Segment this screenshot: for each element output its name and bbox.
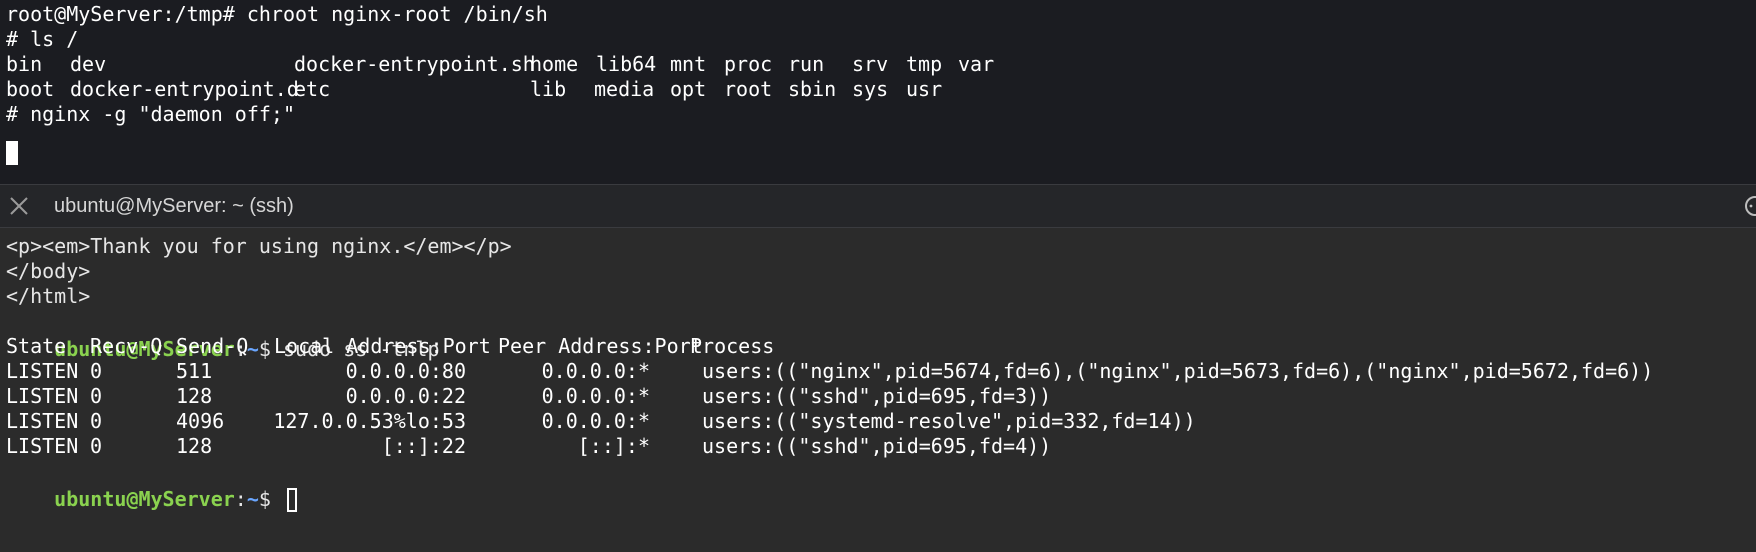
prompt-separator: : — [234, 487, 247, 511]
ss-recvq: 0 — [90, 384, 103, 408]
ss-peer: 0.0.0.0:* — [541, 384, 650, 408]
ss-recvq: 0 — [90, 359, 103, 383]
terminal-line: root@MyServer:/tmp# chroot nginx-root /b… — [6, 2, 548, 26]
terminal-line: <p><em>Thank you for using nginx.</em></… — [6, 234, 512, 258]
ss-state: LISTEN — [6, 359, 79, 383]
ls-entry: home — [530, 52, 579, 76]
ss-local: 127.0.0.53%lo:53 — [273, 409, 466, 433]
terminal-line: # ls / — [6, 27, 79, 51]
ls-entry: opt — [670, 77, 707, 101]
ss-state: LISTEN — [6, 384, 79, 408]
ls-entry: docker-entrypoint.sh — [294, 52, 535, 76]
ss-local: [::]:22 — [381, 434, 466, 458]
ls-entry: bin — [6, 52, 43, 76]
ls-entry: proc — [724, 52, 773, 76]
ss-sendq: 128 — [176, 384, 213, 408]
prompt-line: ubuntu@MyServer:~$ sudo ss -tnlp — [6, 307, 439, 361]
tab-title[interactable]: ubuntu@MyServer: ~ (ssh) — [54, 195, 294, 218]
ls-entry: media — [594, 77, 655, 101]
prompt-line: ubuntu@MyServer:~$ — [6, 457, 297, 512]
ss-sendq: 4096 — [176, 409, 225, 433]
prompt-symbol: $ — [258, 487, 283, 511]
ss-row: LISTEN 0 128 [::]:22 [::]:* users:(("ssh… — [6, 432, 1746, 460]
top-terminal-pane[interactable]: root@MyServer:/tmp# chroot nginx-root /b… — [0, 0, 1756, 184]
ls-entry: var — [958, 52, 995, 76]
ls-entry: docker-entrypoint.d — [70, 77, 299, 101]
ss-sendq: 511 — [176, 359, 213, 383]
ss-row: LISTEN 0 511 0.0.0.0:80 0.0.0.0:* users:… — [6, 357, 1746, 385]
ls-entry: sbin — [788, 77, 837, 101]
ss-row: LISTEN 0 128 0.0.0.0:22 0.0.0.0:* users:… — [6, 382, 1746, 410]
ss-header-process: Process — [690, 334, 775, 358]
ls-entry: tmp — [906, 52, 943, 76]
ls-entry: mnt — [670, 52, 707, 76]
ss-header-sendq: Send-Q — [176, 334, 249, 358]
ls-entry: etc — [294, 77, 331, 101]
prompt-user-host: ubuntu@MyServer — [54, 487, 235, 511]
ls-entry: usr — [906, 77, 943, 101]
ss-header-state: State — [6, 334, 67, 358]
terminal-tab-bar: ubuntu@MyServer: ~ (ssh) — [0, 184, 1756, 228]
bottom-terminal-pane[interactable]: <p><em>Thank you for using nginx.</em></… — [0, 228, 1756, 552]
ss-process: users:(("sshd",pid=695,fd=4)) — [702, 434, 1052, 458]
ss-local: 0.0.0.0:80 — [345, 359, 466, 383]
ss-peer: 0.0.0.0:* — [541, 409, 650, 433]
ss-header-row: State Recv-Q Send-Q Local Address:Port P… — [6, 332, 1746, 360]
ss-process: users:(("sshd",pid=695,fd=3)) — [702, 384, 1052, 408]
prompt-path: ~ — [246, 487, 259, 511]
ss-peer: [::]:* — [577, 434, 650, 458]
ls-entry: lib — [530, 77, 567, 101]
ls-entry: srv — [852, 52, 889, 76]
ss-sendq: 128 — [176, 434, 213, 458]
ls-entry: boot — [6, 77, 55, 101]
ss-header-local: Local Address:Port — [274, 334, 491, 358]
ss-header-peer: Peer Address:Port — [498, 334, 703, 358]
ss-local: 0.0.0.0:22 — [345, 384, 466, 408]
ss-header-recvq: Recv-Q — [90, 334, 163, 358]
ls-entry: lib64 — [596, 52, 657, 76]
ls-output-row-2: boot docker-entrypoint.d etc lib media o… — [6, 75, 1206, 103]
terminal-cursor — [6, 141, 18, 165]
terminal-line: </html> — [6, 284, 91, 308]
ls-entry: dev — [70, 52, 107, 76]
ls-entry: root — [724, 77, 773, 101]
ss-recvq: 0 — [90, 434, 103, 458]
ls-entry: run — [788, 52, 825, 76]
terminal-line: </body> — [6, 259, 91, 283]
ss-recvq: 0 — [90, 409, 103, 433]
ls-entry: sys — [852, 77, 889, 101]
ss-peer: 0.0.0.0:* — [541, 359, 650, 383]
close-icon[interactable] — [8, 195, 30, 217]
ss-state: LISTEN — [6, 409, 79, 433]
ss-row: LISTEN 0 4096 127.0.0.53%lo:53 0.0.0.0:*… — [6, 407, 1746, 435]
ss-state: LISTEN — [6, 434, 79, 458]
more-icon[interactable] — [1744, 195, 1756, 217]
ls-output-row-1: bin dev docker-entrypoint.sh home lib64 … — [6, 50, 1206, 78]
terminal-line: # nginx -g "daemon off;" — [6, 102, 295, 126]
ss-process: users:(("nginx",pid=5674,fd=6),("nginx",… — [702, 359, 1654, 383]
ss-process: users:(("systemd-resolve",pid=332,fd=14)… — [702, 409, 1196, 433]
terminal-cursor — [286, 488, 297, 512]
